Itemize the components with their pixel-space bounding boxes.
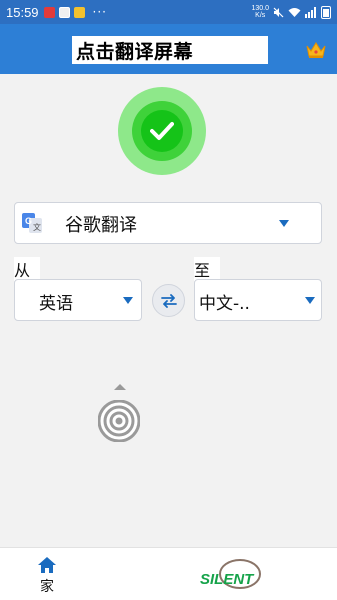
google-translate-icon: G 文 (22, 213, 42, 233)
silent-logo: SILENT (200, 559, 261, 589)
bottom-nav: 家 SILENT (0, 547, 337, 600)
from-label: 从 (14, 257, 41, 281)
wifi-icon (288, 7, 301, 17)
toggle-core (141, 110, 183, 152)
more-notifications-icon: ··· (92, 5, 107, 19)
nav-home-label: 家 (40, 579, 54, 595)
toggle-ring (132, 101, 192, 161)
check-icon (150, 122, 174, 140)
target-dropdown-arrow-icon (305, 297, 315, 304)
swap-languages-button[interactable] (152, 284, 185, 317)
flag-notification-icon (43, 6, 55, 18)
swap-icon (160, 293, 177, 308)
mute-icon (273, 7, 284, 17)
target-language-label: 中文-.. (199, 289, 258, 314)
nav-home[interactable]: 家 (30, 556, 64, 596)
svg-text:文: 文 (33, 222, 41, 232)
svg-text:G: G (25, 216, 32, 226)
crown-icon[interactable] (305, 41, 327, 59)
battery-icon (321, 5, 331, 19)
collapse-arrow-icon (114, 384, 126, 390)
target-icon[interactable] (98, 400, 140, 442)
engine-dropdown[interactable]: G 文 谷歌翻译 (14, 202, 322, 244)
network-speed-unit: K/s (255, 12, 266, 19)
image-notification-icon (58, 6, 70, 18)
page-title: 点击翻译屏幕 (76, 40, 194, 63)
network-speed-value: 130.0 (251, 5, 269, 12)
system-indicators: 130.0 K/s (251, 5, 331, 19)
home-icon (38, 557, 56, 573)
engine-label: 谷歌翻译 (59, 212, 143, 236)
source-language-label: 英语 (39, 289, 103, 314)
translate-screen-title[interactable]: 点击翻译屏幕 (72, 36, 268, 64)
target-language-dropdown[interactable]: 中文-.. (194, 279, 322, 321)
logo-text: SILENT (200, 571, 255, 588)
source-dropdown-arrow-icon (123, 297, 133, 304)
notification-icons: ··· (43, 5, 107, 19)
to-label: 至 (194, 257, 221, 281)
source-language-dropdown[interactable]: 英语 (14, 279, 142, 321)
status-time: 15:59 (6, 4, 39, 20)
engine-dropdown-arrow-icon (279, 220, 289, 227)
translate-toggle-button[interactable] (118, 87, 206, 175)
signal-icon (305, 6, 316, 18)
bag-notification-icon (73, 6, 85, 18)
network-speed: 130.0 K/s (251, 5, 269, 19)
app-bar: 点击翻译屏幕 (0, 24, 337, 74)
status-bar: 15:59 ··· 130.0 K/s (0, 0, 337, 24)
